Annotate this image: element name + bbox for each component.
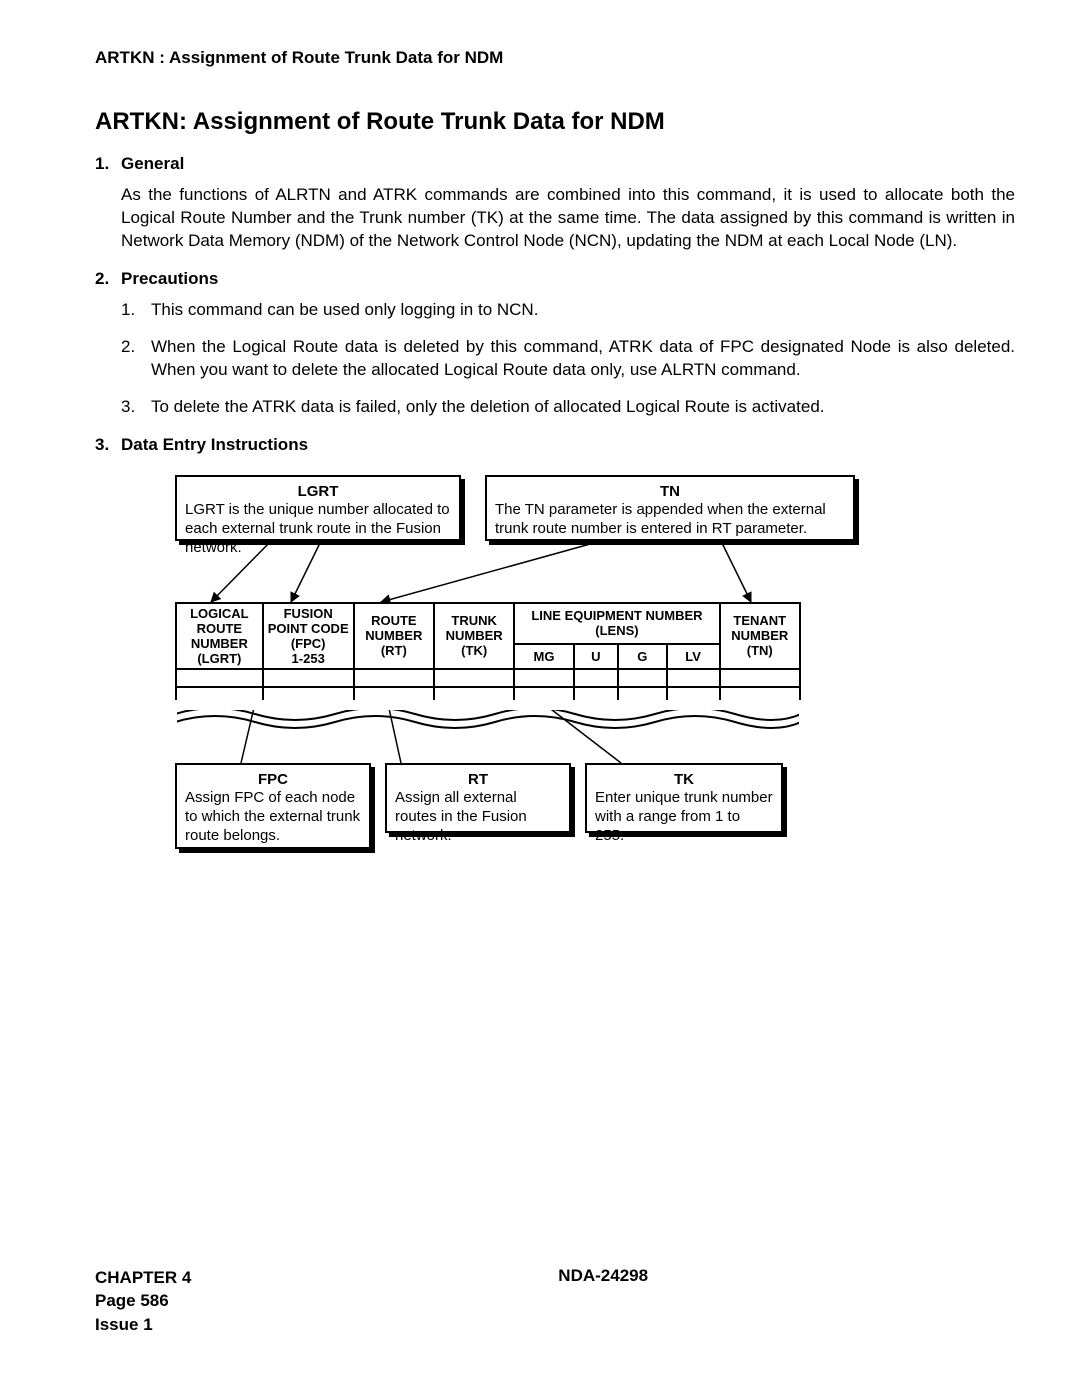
list-item: 2. When the Logical Route data is delete… — [121, 336, 1015, 382]
running-head: ARTKN : Assignment of Route Trunk Data f… — [95, 48, 1015, 68]
param-table: LOGICAL ROUTE NUMBER (LGRT) FUSION POINT… — [175, 602, 801, 706]
page-footer: CHAPTER 4 Page 586 Issue 1 NDA-24298 — [95, 1266, 1015, 1337]
callout-title: LGRT — [185, 483, 451, 502]
th-lgrt: LOGICAL ROUTE NUMBER (LGRT) — [176, 603, 263, 669]
section-head-precautions: Precautions — [121, 269, 218, 289]
callout-lgrt: LGRT LGRT is the unique number allocated… — [175, 475, 461, 541]
th-g: G — [618, 644, 667, 668]
callout-fpc: FPC Assign FPC of each node to which the… — [175, 763, 371, 849]
callout-text: Assign FPC of each node to which the ext… — [185, 789, 361, 845]
section-body-general: As the functions of ALRTN and ATRK comma… — [121, 184, 1015, 253]
callout-text: Enter unique trunk number with a range f… — [595, 789, 773, 845]
precautions-list: 1. This command can be used only logging… — [121, 299, 1015, 419]
th-u: U — [574, 644, 618, 668]
list-item: 1. This command can be used only logging… — [121, 299, 1015, 322]
page-title: ARTKN: Assignment of Route Trunk Data fo… — [95, 108, 1015, 136]
section-number-general: 1. — [95, 154, 121, 174]
section-number-dei: 3. — [95, 435, 121, 455]
list-item-number: 3. — [121, 396, 151, 419]
callout-tn: TN The TN parameter is appended when the… — [485, 475, 855, 541]
section-head-dei: Data Entry Instructions — [121, 435, 308, 455]
th-fpc: FUSION POINT CODE (FPC) 1-253 — [263, 603, 354, 669]
list-item-number: 1. — [121, 299, 151, 322]
list-item-text: When the Logical Route data is deleted b… — [151, 336, 1015, 382]
callout-rt: RT Assign all external routes in the Fus… — [385, 763, 571, 833]
th-lv: LV — [667, 644, 720, 668]
callout-text: The TN parameter is appended when the ex… — [495, 501, 845, 539]
section-head-general: General — [121, 154, 184, 174]
table-row — [176, 669, 800, 687]
footer-page: Page 586 — [95, 1289, 191, 1313]
th-lens: LINE EQUIPMENT NUMBER (LENS) — [514, 603, 719, 645]
callout-title: TN — [495, 483, 845, 502]
footer-doc: NDA-24298 — [95, 1266, 1015, 1286]
data-entry-diagram: LGRT LGRT is the unique number allocated… — [121, 475, 951, 875]
table-row — [176, 687, 800, 705]
th-tn: TENANT NUMBER (TN) — [720, 603, 800, 669]
section-number-precautions: 2. — [95, 269, 121, 289]
callout-title: FPC — [185, 771, 361, 790]
list-item: 3. To delete the ATRK data is failed, on… — [121, 396, 1015, 419]
callout-title: RT — [395, 771, 561, 790]
callout-tk: TK Enter unique trunk number with a rang… — [585, 763, 783, 833]
th-rt: ROUTE NUMBER (RT) — [354, 603, 434, 669]
th-tk: TRUNK NUMBER (TK) — [434, 603, 514, 669]
list-item-text: To delete the ATRK data is failed, only … — [151, 396, 1015, 419]
callout-title: TK — [595, 771, 773, 790]
callout-text: Assign all external routes in the Fusion… — [395, 789, 561, 845]
list-item-number: 2. — [121, 336, 151, 382]
list-item-text: This command can be used only logging in… — [151, 299, 1015, 322]
th-mg: MG — [514, 644, 573, 668]
callout-text: LGRT is the unique number allocated to e… — [185, 501, 451, 557]
footer-issue: Issue 1 — [95, 1313, 191, 1337]
footer-chapter: CHAPTER 4 — [95, 1266, 191, 1290]
